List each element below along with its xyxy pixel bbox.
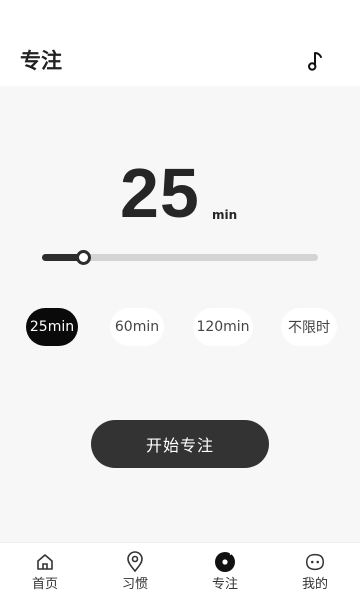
nav-label-home: 首页 [31, 577, 58, 592]
nav-item-focus[interactable]: 专注 [180, 551, 270, 599]
home-icon [34, 551, 56, 573]
duration-slider[interactable] [42, 246, 318, 270]
timer-display: 25 min [0, 158, 360, 238]
nav-label-habits: 习惯 [121, 577, 148, 592]
preset-25min[interactable]: 25min [26, 308, 78, 346]
nav-item-habits[interactable]: 习惯 [90, 551, 180, 599]
profile-face-icon [304, 551, 326, 573]
nav-label-focus: 专注 [211, 577, 238, 592]
timer-minutes: 25 [120, 154, 200, 232]
preset-60min[interactable]: 60min [110, 308, 164, 346]
page-title: 专注 [20, 49, 62, 73]
nav-item-mine[interactable]: 我的 [270, 551, 360, 599]
timer-unit: min [212, 208, 238, 222]
music-button[interactable] [302, 46, 332, 76]
music-note-icon [307, 52, 322, 71]
location-pin-icon [124, 551, 146, 573]
duration-presets: 25min 60min 120min 不限时 [0, 308, 360, 348]
bottom-nav: 首页 习惯 专注 我的 [0, 542, 360, 600]
header: 专注 [0, 0, 360, 86]
nav-item-home[interactable]: 首页 [0, 551, 90, 599]
preset-120min[interactable]: 120min [193, 308, 253, 346]
preset-unlimited[interactable]: 不限时 [281, 308, 337, 346]
focus-disc-icon [214, 551, 236, 573]
slider-thumb[interactable] [76, 250, 92, 265]
start-focus-button[interactable]: 开始专注 [91, 420, 269, 468]
focus-content: 25 min 25min 60min 120min 不限时 开始专注 [0, 86, 360, 542]
nav-label-mine: 我的 [301, 577, 328, 592]
